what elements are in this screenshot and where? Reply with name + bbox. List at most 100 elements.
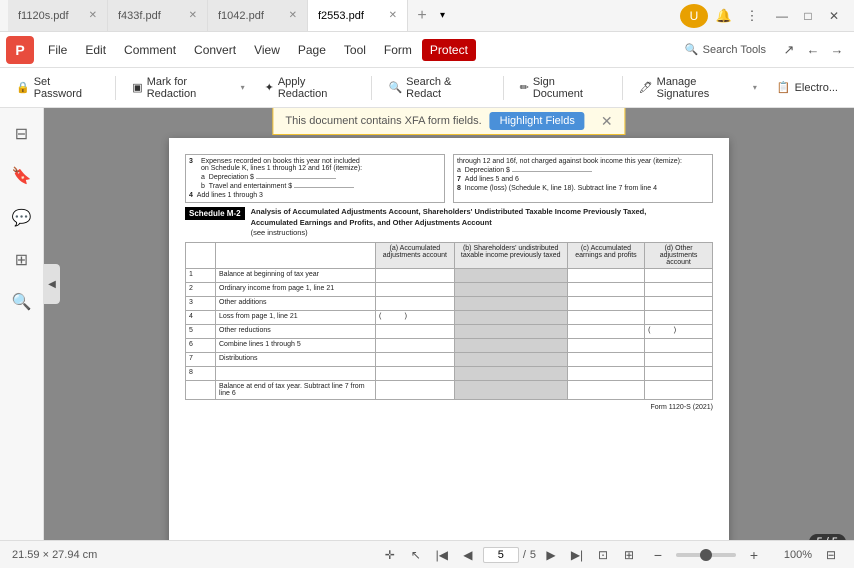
menu-file[interactable]: File [40, 39, 75, 61]
back-icon[interactable]: ← [802, 39, 824, 61]
zoom-out-button[interactable]: − [648, 545, 668, 565]
manage-signatures-button[interactable]: 🖊 Manage Signatures ▾ [631, 72, 765, 104]
tab-close-icon[interactable]: ✕ [89, 10, 97, 21]
search-redact-button[interactable]: 🔍 Search & Redact [380, 72, 494, 104]
menu-form[interactable]: Form [376, 39, 420, 61]
table-row: 2 Ordinary income from page 1, line 21 [186, 282, 713, 296]
row1-d [645, 268, 713, 282]
add-tab-button[interactable]: + [408, 0, 436, 31]
last-page-button[interactable]: ▶| [566, 544, 588, 566]
row8-num: 8 [186, 366, 216, 380]
menu-edit[interactable]: Edit [77, 39, 114, 61]
row6-c [567, 338, 644, 352]
close-button[interactable]: ✕ [822, 4, 846, 28]
manage-signatures-label: Manage Signatures [657, 76, 749, 100]
row5-d: ( ) [645, 324, 713, 338]
tab-f2553[interactable]: f2553.pdf ✕ [308, 0, 408, 31]
schedule-m2-label: Schedule M-2 [185, 207, 245, 220]
minimize-button[interactable]: — [770, 4, 794, 28]
sidebar-pages-button[interactable]: ⊟ [4, 116, 40, 152]
tab-label: f433f.pdf [118, 10, 161, 22]
window-controls: — □ ✕ [770, 4, 846, 28]
schedule-m2-header: Schedule M-2 Analysis of Accumulated Adj… [185, 207, 713, 239]
line8-row: 8 Income (loss) (Schedule K, line 18). S… [457, 185, 709, 192]
sidebar-search-button[interactable]: 🔍 [4, 284, 40, 320]
toolbar-divider-3 [503, 76, 504, 100]
tab-f1120s[interactable]: f1120s.pdf ✕ [8, 0, 108, 31]
row-balance-b [454, 380, 567, 399]
sign-icon: ✏ [520, 81, 529, 94]
menu-protect[interactable]: Protect [422, 39, 476, 61]
row2-b [454, 282, 567, 296]
menu-comment[interactable]: Comment [116, 39, 184, 61]
select-tool-button[interactable]: ↖ [405, 544, 427, 566]
sidebar-bookmarks-button[interactable]: 🔖 [4, 158, 40, 194]
menu-tool[interactable]: Tool [336, 39, 374, 61]
line7-row: 7 Add lines 5 and 6 [457, 176, 709, 183]
row3-label: Other additions [216, 296, 376, 310]
search-tools-button[interactable]: 🔍 Search Tools [677, 40, 774, 59]
col-c-header: (c) Accumulated earnings and profits [567, 242, 644, 268]
first-page-button[interactable]: |◀ [431, 544, 453, 566]
document-area: This document contains XFA form fields. … [44, 108, 854, 540]
table-row-balance: Balance at end of tax year. Subtract lin… [186, 380, 713, 399]
sidebar-fields-button[interactable]: ⊞ [4, 242, 40, 278]
sidebar-comments-button[interactable]: 💬 [4, 200, 40, 236]
notifications-icon[interactable]: 🔔 [712, 4, 736, 28]
xfa-close-button[interactable]: ✕ [601, 113, 613, 130]
row-balance-c [567, 380, 644, 399]
mark-redaction-button[interactable]: ▣ Mark for Redaction ▾ [124, 72, 252, 104]
fields-icon: ⊞ [15, 250, 28, 270]
user-avatar[interactable]: U [680, 4, 708, 28]
depa-row: a Depreciation $ [201, 174, 441, 181]
menu-view[interactable]: View [246, 39, 288, 61]
zoom-slider[interactable] [676, 553, 736, 557]
col-a-header: (a) Accumulated adjustments account [376, 242, 455, 268]
row4-d [645, 310, 713, 324]
dropdown-arrow-icon: ▾ [241, 83, 245, 92]
sign-document-button[interactable]: ✏ Sign Document [512, 72, 614, 104]
menu-page[interactable]: Page [290, 39, 334, 61]
maximize-button[interactable]: □ [796, 4, 820, 28]
more-options-icon[interactable]: ⋮ [740, 4, 764, 28]
external-link-icon[interactable]: ↗ [778, 39, 800, 61]
toolbar-divider-1 [115, 76, 116, 100]
row8-d [645, 366, 713, 380]
highlight-fields-button[interactable]: Highlight Fields [490, 112, 585, 130]
row8-b [454, 366, 567, 380]
tab-f433f[interactable]: f433f.pdf ✕ [108, 0, 208, 31]
line3-num: 3 [189, 158, 199, 165]
fit-width-button[interactable]: ⊞ [618, 544, 640, 566]
schedule-m2-table: (a) Accumulated adjustments account (b) … [185, 242, 713, 400]
table-row: 1 Balance at beginning of tax year [186, 268, 713, 282]
tab-label: f1042.pdf [218, 10, 264, 22]
schedule-m2-title: Analysis of Accumulated Adjustments Acco… [251, 207, 647, 239]
electronic-button[interactable]: 📋 Electro... [769, 77, 846, 98]
row3-b [454, 296, 567, 310]
row4-c [567, 310, 644, 324]
apply-redaction-button[interactable]: ✦ Apply Redaction [257, 72, 364, 104]
tab-close-icon[interactable]: ✕ [289, 10, 297, 21]
tab-overflow-button[interactable]: ▾ [436, 0, 449, 31]
tab-f1042[interactable]: f1042.pdf ✕ [208, 0, 308, 31]
travel-row: b Travel and entertainment $ [201, 183, 441, 190]
protect-toolbar: 🔒 Set Password ▣ Mark for Redaction ▾ ✦ … [0, 68, 854, 108]
view-mode-button[interactable]: ⊟ [820, 544, 842, 566]
zoom-in-button[interactable]: + [744, 545, 764, 565]
set-password-button[interactable]: 🔒 Set Password [8, 72, 107, 104]
row7-c [567, 352, 644, 366]
xfa-notification-bar: This document contains XFA form fields. … [272, 108, 625, 135]
next-page-button[interactable]: ▶ [540, 544, 562, 566]
cursor-tool-button[interactable]: ✛ [379, 544, 401, 566]
fit-page-button[interactable]: ⊡ [592, 544, 614, 566]
col-d-header: (d) Other adjustments account [645, 242, 713, 268]
sidebar-collapse-button[interactable]: ◀ [44, 264, 60, 304]
tab-close-icon[interactable]: ✕ [189, 10, 197, 21]
prev-page-button[interactable]: ◀ [457, 544, 479, 566]
row8-a [376, 366, 455, 380]
forward-icon[interactable]: → [826, 39, 848, 61]
menu-convert[interactable]: Convert [186, 39, 244, 61]
page-number-input[interactable] [483, 547, 519, 563]
tab-close-icon[interactable]: ✕ [389, 10, 397, 21]
zoom-slider-thumb[interactable] [700, 549, 712, 561]
